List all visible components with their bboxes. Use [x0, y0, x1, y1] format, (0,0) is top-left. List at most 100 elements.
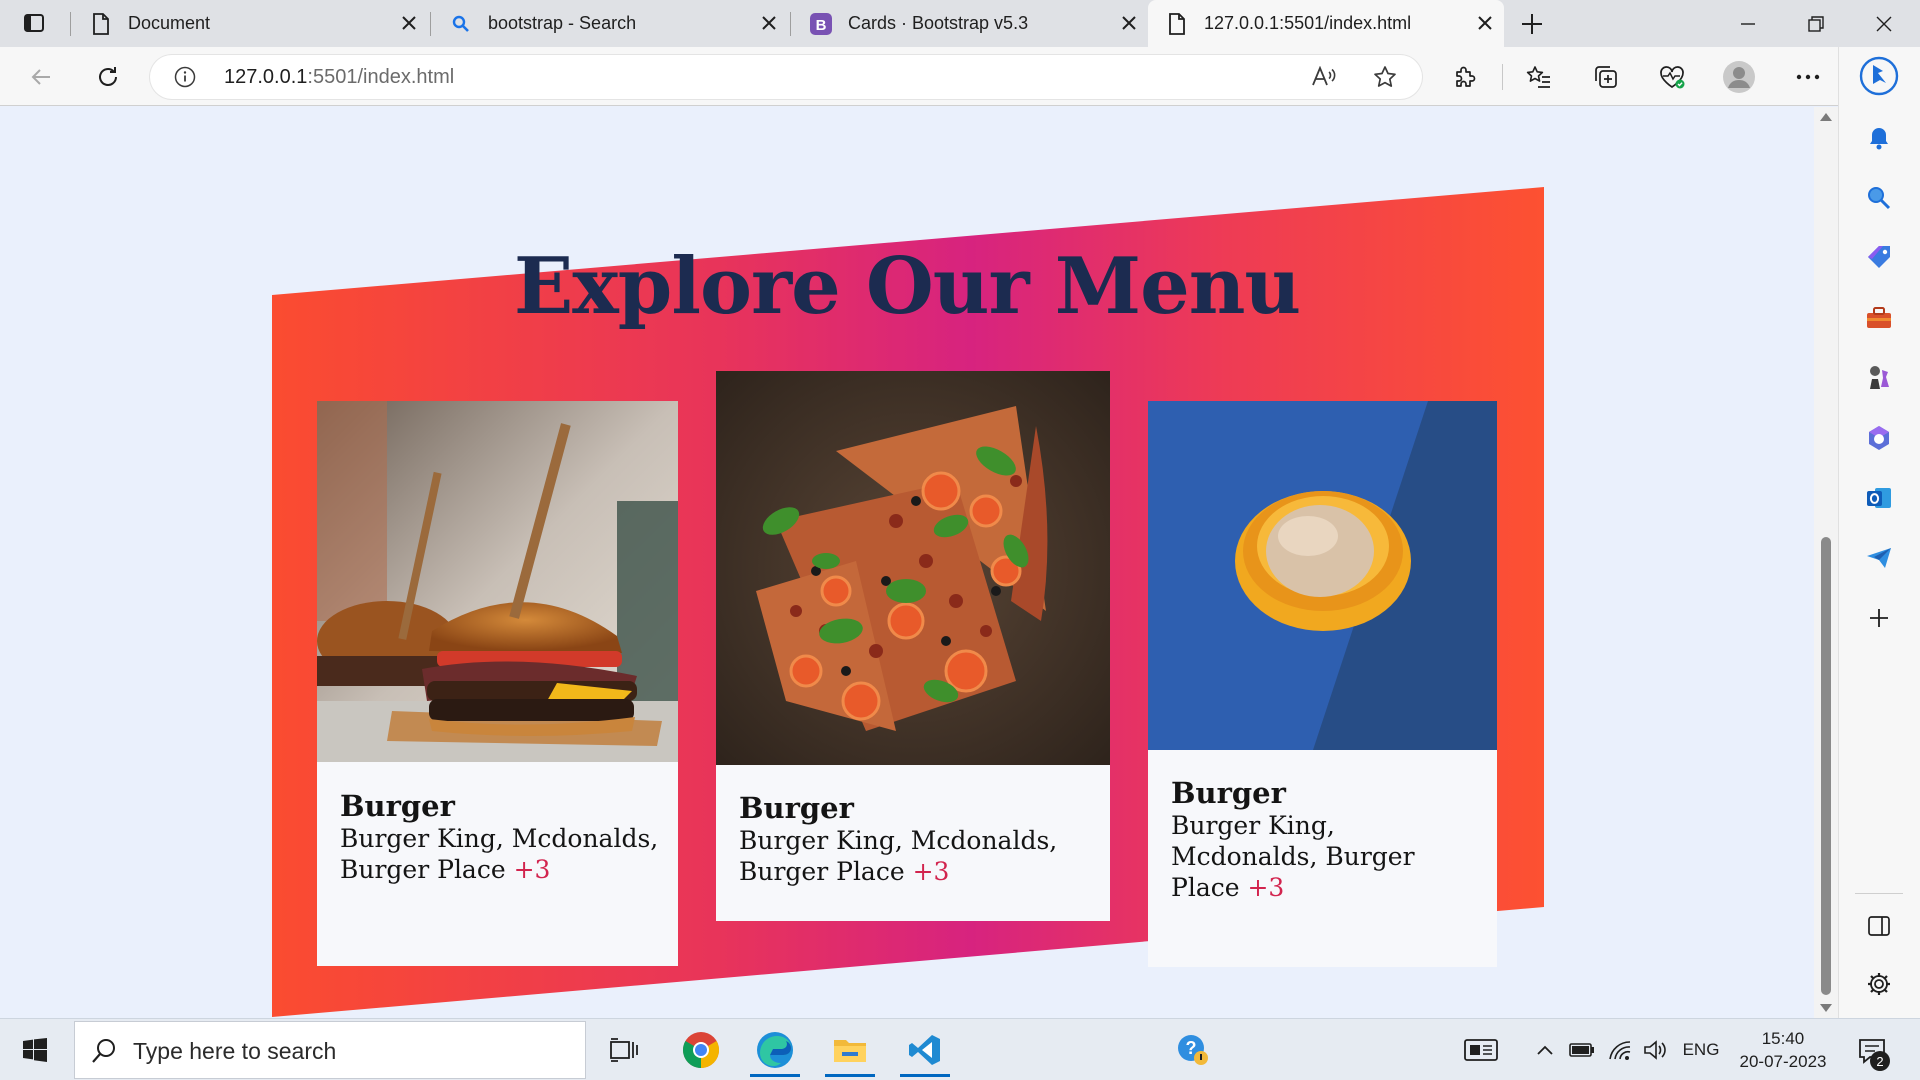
- card-title: Burger: [340, 789, 455, 823]
- profile-button[interactable]: [1720, 58, 1758, 96]
- bing-chat-button[interactable]: [1858, 55, 1900, 97]
- minimize-icon: [1741, 22, 1755, 25]
- notifications-button[interactable]: [1858, 117, 1900, 159]
- heart-pulse-icon: [1660, 66, 1685, 89]
- office-icon: [1869, 426, 1889, 450]
- windows-logo-icon: [23, 1038, 47, 1062]
- minimize-button[interactable]: [1714, 0, 1782, 47]
- input-language[interactable]: ENG: [1678, 1019, 1724, 1080]
- taskbar-search-placeholder: Type here to search: [133, 1038, 337, 1064]
- site-info-icon[interactable]: [174, 66, 196, 88]
- tag-icon: [1868, 246, 1890, 268]
- battery-indicator[interactable]: [1566, 1019, 1598, 1080]
- address-bar[interactable]: 127.0.0.1:5501/index.html: [150, 55, 1422, 99]
- bing-icon: [1859, 56, 1899, 96]
- news-icon: [1464, 1039, 1498, 1061]
- chrome-app[interactable]: [668, 1023, 734, 1077]
- outlook-icon: [1867, 488, 1891, 508]
- search-icon: [450, 13, 472, 35]
- show-hidden-icons-button[interactable]: [1530, 1019, 1560, 1080]
- scroll-down-arrow-icon[interactable]: [1820, 1004, 1832, 1012]
- tab-document[interactable]: Document: [72, 0, 428, 47]
- card-more-count[interactable]: +3: [1247, 873, 1284, 902]
- browser-tab-strip: Document bootstrap - Search B Cards · Bo…: [0, 0, 1920, 47]
- tab-label: Document: [128, 13, 211, 33]
- card-text-body: Burger King, Mcdonalds, Burger Place: [1171, 811, 1415, 902]
- toolbar-divider: [1502, 64, 1503, 90]
- refresh-button[interactable]: [89, 58, 127, 96]
- close-tab-icon[interactable]: [1474, 12, 1496, 34]
- extensions-button[interactable]: [1446, 58, 1484, 96]
- vscode-app[interactable]: [892, 1023, 958, 1077]
- page-title-text: Explore Our Menu: [513, 241, 1301, 332]
- menu-card-burger[interactable]: Burger Burger King, Mcdonalds, Burger Pl…: [317, 401, 678, 966]
- network-indicator[interactable]: [1604, 1019, 1636, 1080]
- close-tab-icon[interactable]: [758, 12, 780, 34]
- search-sidebar-button[interactable]: [1858, 177, 1900, 219]
- svg-text:B: B: [816, 17, 827, 34]
- add-sidebar-app-button[interactable]: [1858, 597, 1900, 639]
- close-icon: [1876, 16, 1892, 31]
- card-body: Burger Burger King, Mcdonalds, Burger Pl…: [340, 789, 662, 885]
- task-view-button[interactable]: [591, 1023, 657, 1077]
- drop-button[interactable]: [1858, 537, 1900, 579]
- chevron-up-icon: [1537, 1045, 1553, 1055]
- back-button[interactable]: [22, 58, 60, 96]
- outlook-button[interactable]: [1858, 477, 1900, 519]
- settings-more-button[interactable]: [1789, 58, 1827, 96]
- tab-actions-button[interactable]: [16, 6, 52, 40]
- read-aloud-button[interactable]: [1306, 59, 1342, 95]
- search-icon: [1868, 187, 1891, 210]
- menu-card-ice-cream[interactable]: Burger Burger King, Mcdonalds, Burger Pl…: [1148, 401, 1497, 967]
- edge-app[interactable]: [742, 1023, 808, 1077]
- browser-toolbar: 127.0.0.1:5501/index.html: [0, 47, 1920, 106]
- wifi-icon: [1609, 1041, 1631, 1060]
- edge-icon: [757, 1032, 793, 1068]
- vertical-scrollbar[interactable]: [1814, 107, 1838, 1018]
- card-more-count[interactable]: +3: [913, 857, 950, 886]
- page-icon: [90, 12, 112, 35]
- tab-bootstrap-cards[interactable]: B Cards · Bootstrap v5.3: [792, 0, 1148, 47]
- edge-sidebar: [1838, 47, 1920, 1018]
- sidebar-settings-button[interactable]: [1858, 963, 1900, 1005]
- plus-icon: [1870, 609, 1888, 627]
- collections-icon: [1595, 66, 1617, 88]
- close-window-button[interactable]: [1850, 0, 1918, 47]
- menu-card-pizza[interactable]: Burger Burger King, Mcdonalds, Burger Pl…: [716, 371, 1110, 921]
- tab-index-html[interactable]: 127.0.0.1:5501/index.html: [1148, 0, 1504, 47]
- scrollbar-thumb[interactable]: [1821, 537, 1831, 995]
- taskbar-clock[interactable]: 15:40 20-07-2023: [1728, 1027, 1838, 1073]
- card-more-count[interactable]: +3: [514, 855, 551, 884]
- address-url[interactable]: 127.0.0.1:5501/index.html: [224, 66, 454, 89]
- add-favorite-button[interactable]: [1367, 59, 1403, 95]
- page-viewport: Explore Our Menu Burger Burger King, Mcd…: [0, 107, 1814, 1018]
- pizza-photo: [716, 371, 1110, 765]
- file-explorer-app[interactable]: [817, 1023, 883, 1077]
- tools-button[interactable]: [1858, 297, 1900, 339]
- action-center-button[interactable]: 2: [1852, 1031, 1892, 1071]
- games-button[interactable]: [1858, 357, 1900, 399]
- new-tab-button[interactable]: [1515, 8, 1549, 40]
- hide-sidebar-button[interactable]: [1858, 905, 1900, 947]
- microsoft-365-button[interactable]: [1858, 417, 1900, 459]
- taskbar-search-box[interactable]: Type here to search: [74, 1021, 586, 1079]
- restore-button[interactable]: [1782, 0, 1850, 47]
- browser-essentials-button[interactable]: [1653, 58, 1691, 96]
- scroll-up-arrow-icon[interactable]: [1820, 113, 1832, 121]
- collections-button[interactable]: [1587, 58, 1625, 96]
- chess-piece-icon: [1870, 366, 1889, 389]
- news-widget-button[interactable]: [1456, 1019, 1506, 1080]
- volume-indicator[interactable]: [1640, 1019, 1672, 1080]
- card-body: Burger Burger King, Mcdonalds, Burger Pl…: [739, 791, 1094, 887]
- shopping-button[interactable]: [1858, 237, 1900, 279]
- favorites-button[interactable]: [1520, 58, 1558, 96]
- page-icon: [1166, 12, 1188, 35]
- page-title: Explore Our Menu: [0, 241, 1814, 332]
- start-button[interactable]: [12, 1028, 58, 1072]
- plus-icon: [1522, 14, 1542, 34]
- get-help-app[interactable]: ?: [1160, 1023, 1226, 1077]
- tab-label: bootstrap - Search: [488, 13, 637, 33]
- close-tab-icon[interactable]: [1118, 12, 1140, 34]
- tab-bootstrap-search[interactable]: bootstrap - Search: [432, 0, 788, 47]
- close-tab-icon[interactable]: [398, 12, 420, 34]
